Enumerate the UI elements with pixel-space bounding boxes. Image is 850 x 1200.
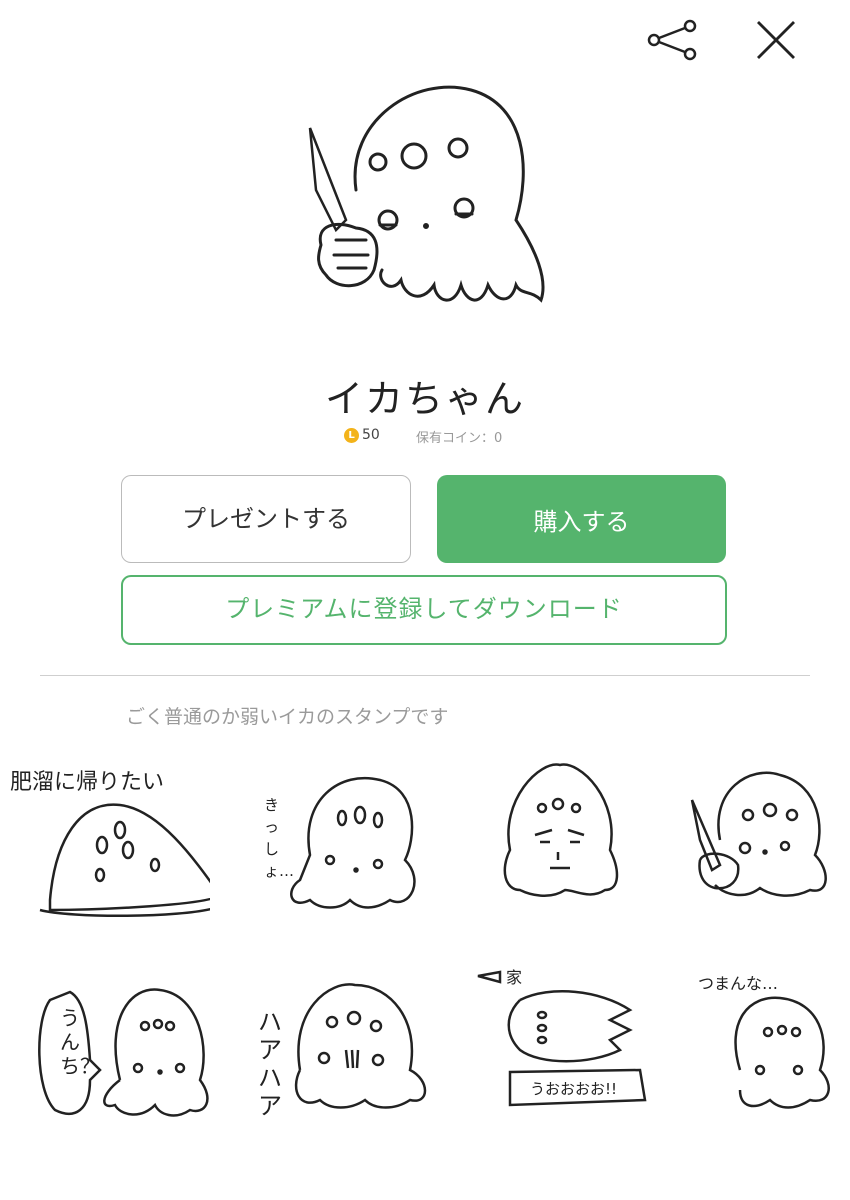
price-row: L 50 保有コイン：0 bbox=[0, 426, 850, 446]
sticker-item[interactable] bbox=[480, 760, 680, 930]
sticker-item[interactable] bbox=[660, 760, 850, 930]
divider bbox=[40, 675, 810, 676]
sticker-caption: 家 bbox=[506, 968, 523, 987]
premium-download-button[interactable]: プレミアムに登録してダウンロード bbox=[121, 575, 727, 645]
share-icon[interactable] bbox=[644, 18, 700, 62]
buy-button[interactable]: 購入する bbox=[437, 475, 726, 563]
sticker-caption: ハア ハア bbox=[258, 1008, 282, 1120]
sticker-caption: うおおおお!! bbox=[530, 1080, 618, 1098]
sticker-description: ごく普通のか弱いイカのスタンプです bbox=[126, 706, 449, 728]
coin-icon: L bbox=[344, 428, 359, 443]
present-button[interactable]: プレゼントする bbox=[121, 475, 411, 563]
sticker-item[interactable]: つまんな… bbox=[680, 960, 850, 1130]
sticker-item[interactable]: ハア ハア bbox=[250, 960, 450, 1130]
close-icon[interactable] bbox=[754, 20, 798, 60]
sticker-title: イカちゃん bbox=[324, 377, 525, 421]
owned-coins: 保有コイン：0 bbox=[416, 431, 503, 446]
sticker-item[interactable]: 肥溜に帰りたい bbox=[10, 760, 222, 930]
main-sticker-image bbox=[296, 80, 552, 322]
sticker-caption: 肥溜に帰りたい bbox=[10, 770, 165, 795]
sticker-item[interactable]: うんち？ bbox=[20, 960, 220, 1130]
sticker-item[interactable]: きっしょ… bbox=[250, 760, 450, 930]
sticker-caption: うんち？ bbox=[60, 1006, 100, 1078]
sticker-caption: つまんな… bbox=[698, 974, 779, 993]
sticker-item[interactable]: 家 うおおおお!! bbox=[470, 960, 670, 1130]
sticker-caption: きっしょ… bbox=[264, 796, 295, 880]
price-value: 50 bbox=[362, 427, 380, 443]
